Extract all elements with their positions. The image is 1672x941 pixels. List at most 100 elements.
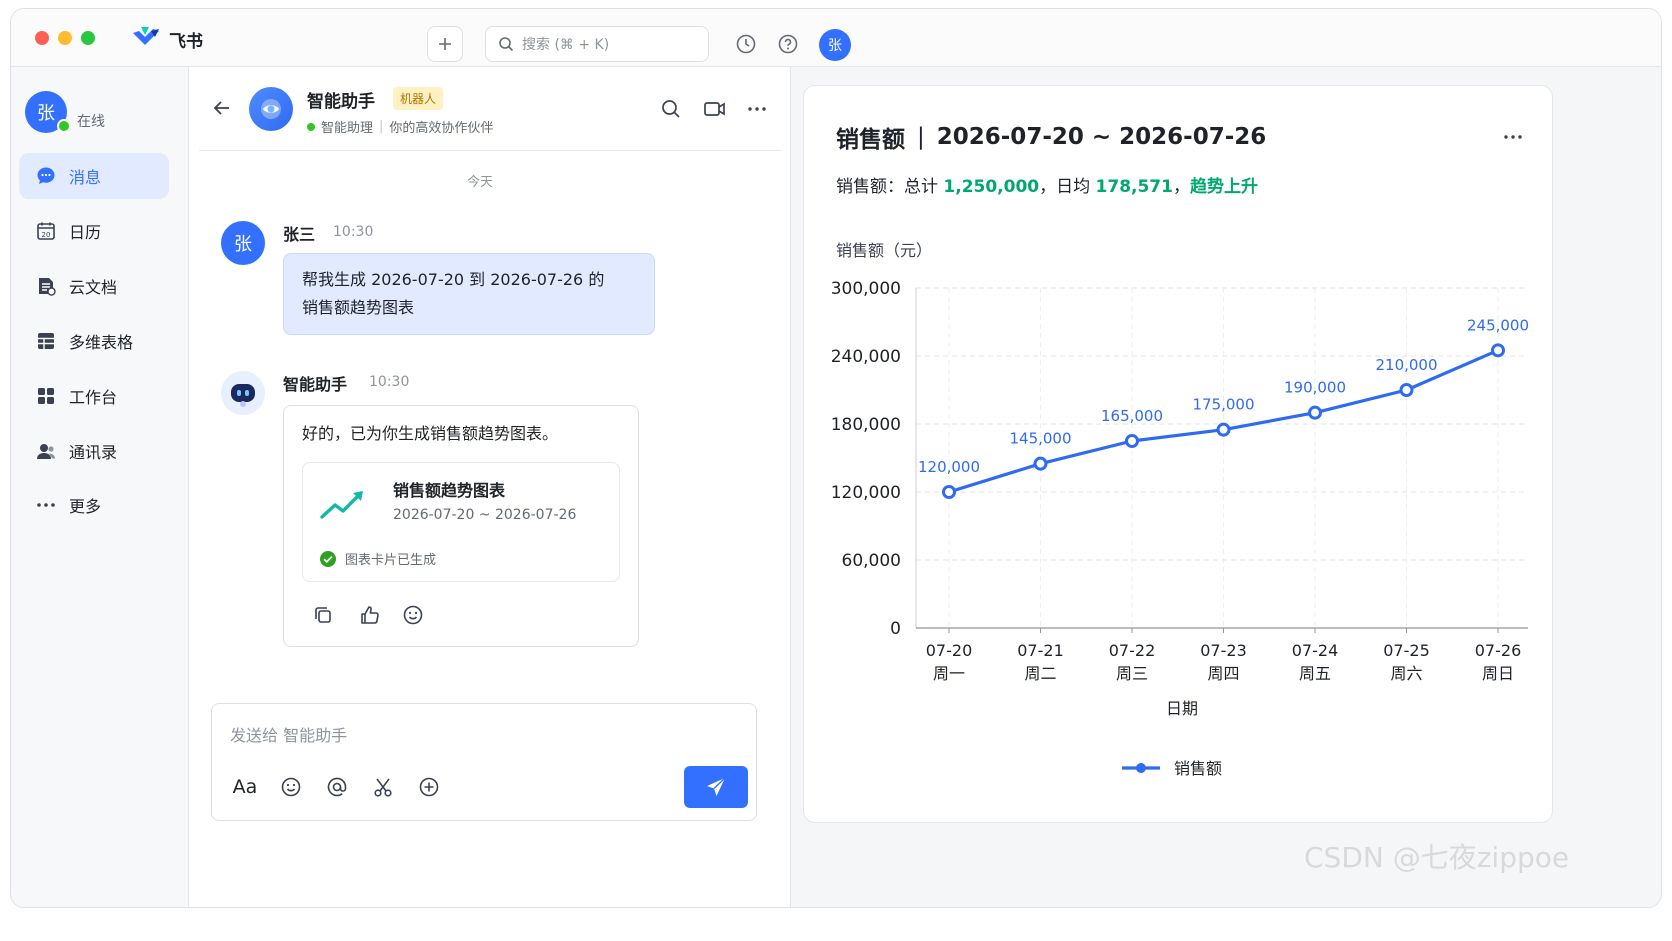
text-format-button[interactable]: Aa [232, 774, 258, 800]
history-button[interactable] [733, 31, 759, 57]
x-tick-sublabel: 周四 [1207, 664, 1239, 683]
x-tick-label: 07-26 [1475, 641, 1522, 660]
message-composer[interactable]: 发送给 智能助手 Aa [211, 703, 757, 821]
composer-placeholder: 发送给 智能助手 [230, 726, 348, 745]
sidebar-item-calendar[interactable]: 20 日历 [19, 208, 169, 254]
chat-more-button[interactable] [745, 97, 769, 121]
x-tick-sublabel: 周日 [1482, 664, 1514, 683]
minimize-window-button[interactable] [58, 31, 72, 45]
message-avatar[interactable] [221, 371, 265, 415]
y-tick-label: 180,000 [831, 415, 901, 435]
x-tick-sublabel: 周三 [1116, 664, 1148, 683]
data-label: 190,000 [1284, 379, 1346, 397]
sidebar-item-contacts[interactable]: 通讯录 [19, 428, 169, 474]
send-icon [707, 777, 726, 796]
sidebar-item-label: 云文档 [69, 278, 118, 297]
x-tick-sublabel: 周二 [1024, 664, 1056, 683]
message-avatar[interactable]: 张 [221, 221, 265, 265]
sidebar-item-docs[interactable]: 云文档 [19, 263, 169, 309]
online-indicator [57, 119, 71, 133]
mention-button[interactable] [324, 774, 350, 800]
chat-sub-role: 智能助理 [321, 121, 374, 136]
back-button[interactable] [211, 97, 233, 123]
sidebar-item-bitable[interactable]: 多维表格 [19, 318, 169, 364]
maximize-window-button[interactable] [81, 31, 95, 45]
sales-line-chart: 销售额（元） 0 60,000 120,000 180,000 240,000 300,00… [831, 241, 1529, 778]
bot-message-text: 好的，已为你生成销售额趋势图表。 [302, 424, 559, 443]
chart-card-range: 2026-07-20 ~ 2026-07-26 [393, 507, 577, 523]
chat-sub-separator: | [379, 119, 384, 134]
emoji-button[interactable] [278, 774, 304, 800]
at-icon [327, 777, 347, 797]
bot-message-bubble: 好的，已为你生成销售额趋势图表。 销售额趋势图表 2026-07-20 ~ 20… [283, 405, 639, 647]
emoji-reaction-button[interactable] [402, 604, 424, 626]
send-button[interactable] [684, 766, 748, 808]
data-label: 120,000 [918, 458, 980, 476]
chart-card[interactable]: 销售额趋势图表 2026-07-20 ~ 2026-07-26 图表卡片已生成 [302, 462, 620, 582]
x-tick-label: 07-25 [1383, 641, 1430, 660]
online-status[interactable]: 在线 [77, 111, 105, 131]
online-dot [307, 122, 315, 131]
data-label: 165,000 [1101, 407, 1163, 425]
data-point [1216, 422, 1231, 437]
sidebar-item-more[interactable]: 更多 [19, 482, 169, 528]
data-label: 145,000 [1009, 430, 1071, 448]
sidebar-item-label: 更多 [69, 497, 102, 516]
bot-logo-icon [261, 99, 281, 119]
chat-title: 智能助手 [307, 92, 375, 112]
new-button[interactable] [427, 26, 463, 62]
bot-avatar[interactable] [249, 87, 293, 131]
contacts-icon [35, 440, 57, 462]
add-attachment-button[interactable] [416, 774, 442, 800]
video-call-button[interactable] [703, 97, 727, 121]
legend-marker [1136, 763, 1146, 773]
data-label: 175,000 [1192, 396, 1254, 414]
sidebar-item-workplace[interactable]: 工作台 [19, 373, 169, 419]
smile-icon [403, 605, 423, 625]
user-message-line: 销售额趋势图表 [302, 298, 415, 317]
chat-sub-desc: 你的高效协作伙伴 [389, 121, 494, 136]
y-tick-label: 60,000 [842, 551, 901, 571]
user-avatar-char: 张 [828, 38, 842, 54]
search-icon [499, 37, 514, 52]
like-button[interactable] [358, 604, 380, 626]
table-icon [35, 330, 57, 352]
smile-icon [281, 777, 301, 797]
data-point [1125, 434, 1139, 448]
watermark: CSDN @七夜zippoe [1304, 841, 1570, 874]
title-bar: 飞书 搜索 (⌘ + K) 张 [11, 9, 1661, 67]
sidebar-item-messages[interactable]: 消息 [19, 153, 169, 199]
chart-card-title: 销售额趋势图表 [393, 481, 506, 500]
sidebar-item-label: 通讯录 [69, 443, 118, 462]
chart-card-status: 图表卡片已生成 [319, 549, 436, 568]
y-tick-label: 0 [890, 619, 901, 639]
more-icon [35, 494, 57, 516]
search-input[interactable]: 搜索 (⌘ + K) [485, 26, 709, 62]
user-message-bubble[interactable]: 帮我生成 2026-07-20 到 2026-07-26 的 销售额趋势图表 [283, 253, 655, 335]
x-tick-sublabel: 周六 [1390, 664, 1422, 683]
robot-icon [231, 384, 255, 407]
screenshot-button[interactable] [370, 774, 396, 800]
close-window-button[interactable] [35, 31, 49, 45]
plus-circle-icon [419, 777, 439, 797]
copy-button[interactable] [312, 604, 334, 626]
chat-header: 智能助手 机器人 智能助理 | 你的高效协作伙伴 [199, 67, 781, 151]
video-icon [704, 102, 725, 116]
chat-subtitle: 智能助理 | 你的高效协作伙伴 [307, 117, 493, 136]
help-button[interactable] [775, 31, 801, 57]
doc-icon [35, 275, 57, 297]
x-tick-label: 07-24 [1292, 641, 1339, 660]
trend-chart-icon [320, 491, 363, 519]
sidebar-item-label: 工作台 [69, 388, 118, 407]
arrow-left-icon [213, 101, 229, 115]
x-tick-sublabel: 周一 [933, 664, 965, 683]
user-avatar[interactable]: 张 [819, 29, 851, 61]
chat-search-button[interactable] [659, 97, 683, 121]
copy-icon [315, 607, 331, 623]
message-time: 10:30 [333, 224, 374, 240]
help-icon [778, 34, 798, 54]
legend-label: 销售额 [1174, 759, 1222, 778]
x-tick-sublabel: 周五 [1299, 664, 1331, 683]
data-label: 245,000 [1467, 316, 1529, 334]
x-tick-label: 07-20 [926, 641, 973, 660]
